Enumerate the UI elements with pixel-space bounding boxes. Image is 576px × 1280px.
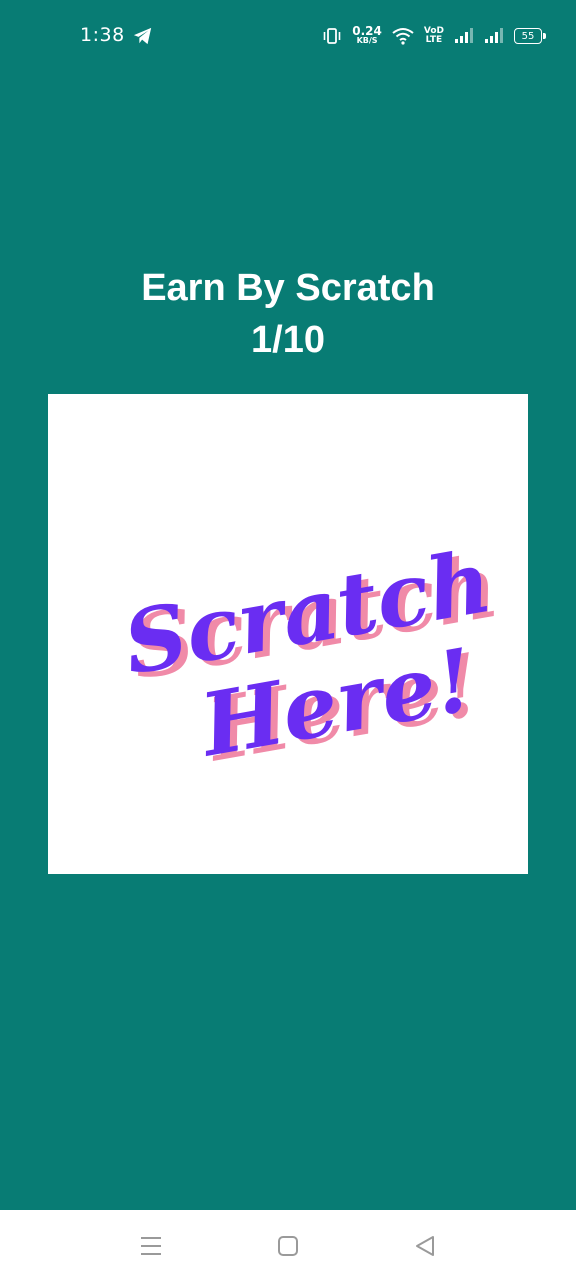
battery-level: 55 bbox=[521, 30, 535, 42]
status-time: 1:38 bbox=[80, 24, 125, 46]
scratch-card[interactable]: Scratch Scratch Here! Here! bbox=[48, 394, 528, 874]
signal-icon-1 bbox=[455, 28, 473, 43]
status-icons: 0.24 KB/S VoD LTE 55 bbox=[322, 22, 546, 50]
navigation-bar bbox=[0, 1210, 576, 1280]
telegram-icon bbox=[133, 27, 152, 45]
wifi-icon bbox=[392, 28, 414, 45]
back-triangle-icon[interactable] bbox=[411, 1232, 439, 1260]
volte-bottom: LTE bbox=[425, 35, 443, 45]
net-speed-unit: KB/S bbox=[356, 36, 378, 45]
menu-icon[interactable] bbox=[137, 1232, 165, 1260]
title-block: Earn By Scratch 1/10 bbox=[0, 262, 576, 366]
scratch-progress: 1/10 bbox=[251, 319, 325, 361]
vibrate-icon bbox=[323, 28, 341, 44]
volte-indicator: VoD LTE bbox=[424, 27, 444, 45]
net-speed: 0.24 KB/S bbox=[352, 24, 382, 46]
page-title: Earn By Scratch bbox=[141, 267, 435, 309]
battery-icon: 55 bbox=[514, 28, 546, 44]
status-bar: 1:38 0.24 KB/S VoD LTE 55 bbox=[0, 0, 576, 72]
home-square-icon[interactable] bbox=[274, 1232, 302, 1260]
signal-icon-2 bbox=[485, 28, 503, 43]
scratch-here-image: Scratch Scratch Here! Here! bbox=[117, 531, 506, 782]
net-speed-value: 0.24 bbox=[352, 24, 382, 38]
